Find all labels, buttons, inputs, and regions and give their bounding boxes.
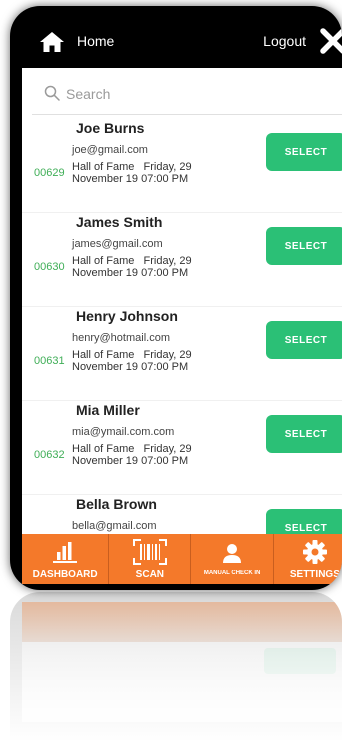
top-bar: Home Logout (22, 18, 342, 68)
select-button[interactable]: SELECT (266, 509, 342, 534)
event-line-1: Hall of Fame Friday, 29 (72, 255, 192, 267)
event-info: Hall of Fame Friday, 29 November 19 07:0… (72, 161, 212, 185)
bottom-tab-bar: DASHBOARD SCAN MANUAL CHECK IN SETTINGS (22, 534, 342, 584)
attendee-id: 00631 (34, 355, 65, 367)
tab-label: SETTINGS (289, 569, 340, 580)
event-line-2: November 19 07:00 PM (72, 361, 189, 373)
attendee-list[interactable]: Joe Burns joe@gmail.com 00629 Hall of Fa… (22, 118, 342, 534)
device-reflection (10, 592, 342, 742)
tab-dashboard[interactable]: DASHBOARD (22, 534, 110, 584)
app-screen: Home Logout Joe Burns (22, 18, 342, 584)
list-item: Mia Miller mia@ymail.com.com 00632 Hall … (22, 400, 342, 495)
tab-label: DASHBOARD (32, 569, 98, 580)
close-icon[interactable] (320, 28, 342, 54)
select-button[interactable]: SELECT (266, 227, 342, 265)
attendee-email: bella@gmail.com (72, 520, 157, 532)
search-bar (32, 72, 342, 115)
event-info: Hall of Fame Friday, 29 November 19 07:0… (72, 255, 212, 279)
barcode-scan-icon (132, 539, 167, 565)
tab-scan[interactable]: SCAN (109, 534, 192, 584)
attendee-name: Henry Johnson (76, 308, 178, 324)
attendee-id: 00632 (34, 449, 65, 461)
attendee-email: henry@hotmail.com (72, 332, 170, 344)
attendee-name: Joe Burns (76, 120, 145, 136)
event-line-1: Hall of Fame Friday, 29 (72, 161, 192, 173)
select-button[interactable]: SELECT (266, 321, 342, 359)
attendee-id: 00629 (34, 167, 65, 179)
person-icon (223, 544, 242, 563)
home-button[interactable]: Home (22, 18, 132, 62)
home-label: Home (77, 33, 115, 49)
gear-icon (302, 540, 327, 564)
event-info: Hall of Fame Friday, 29 November 19 07:0… (72, 349, 212, 373)
phone-frame: Home Logout Joe Burns (10, 6, 342, 590)
attendee-name: Bella Brown (76, 496, 157, 512)
tab-label: SCAN (135, 569, 165, 580)
tab-manual-check-in[interactable]: MANUAL CHECK IN (191, 534, 274, 584)
list-item: Joe Burns joe@gmail.com 00629 Hall of Fa… (22, 118, 342, 213)
attendee-id: 00630 (34, 261, 65, 273)
attendee-name: James Smith (76, 214, 163, 230)
logout-label: Logout (263, 33, 306, 49)
attendee-email: mia@ymail.com.com (72, 426, 175, 438)
select-button[interactable]: SELECT (266, 133, 342, 171)
search-icon (44, 85, 60, 101)
tab-label: MANUAL CHECK IN (203, 570, 261, 576)
bar-chart-icon (53, 542, 78, 563)
reflection-tab-bar (22, 602, 342, 642)
reflection-fade (22, 642, 342, 722)
logout-button[interactable]: Logout (236, 18, 342, 62)
list-item: Bella Brown bella@gmail.com SELECT (22, 494, 342, 534)
attendee-email: james@gmail.com (72, 238, 163, 250)
search-input[interactable] (64, 80, 342, 108)
home-icon (40, 32, 64, 52)
event-line-2: November 19 07:00 PM (72, 267, 189, 279)
list-item: James Smith james@gmail.com 00630 Hall o… (22, 212, 342, 307)
attendee-name: Mia Miller (76, 402, 140, 418)
attendee-email: joe@gmail.com (72, 144, 148, 156)
list-item: Henry Johnson henry@hotmail.com 00631 Ha… (22, 306, 342, 401)
event-line-1: Hall of Fame Friday, 29 (72, 443, 192, 455)
event-line-1: Hall of Fame Friday, 29 (72, 349, 192, 361)
stage: Home Logout Joe Burns (0, 0, 342, 756)
select-button[interactable]: SELECT (266, 415, 342, 453)
event-line-2: November 19 07:00 PM (72, 455, 189, 467)
tab-settings[interactable]: SETTINGS (274, 534, 342, 584)
event-info: Hall of Fame Friday, 29 November 19 07:0… (72, 443, 212, 467)
event-line-2: November 19 07:00 PM (72, 173, 189, 185)
